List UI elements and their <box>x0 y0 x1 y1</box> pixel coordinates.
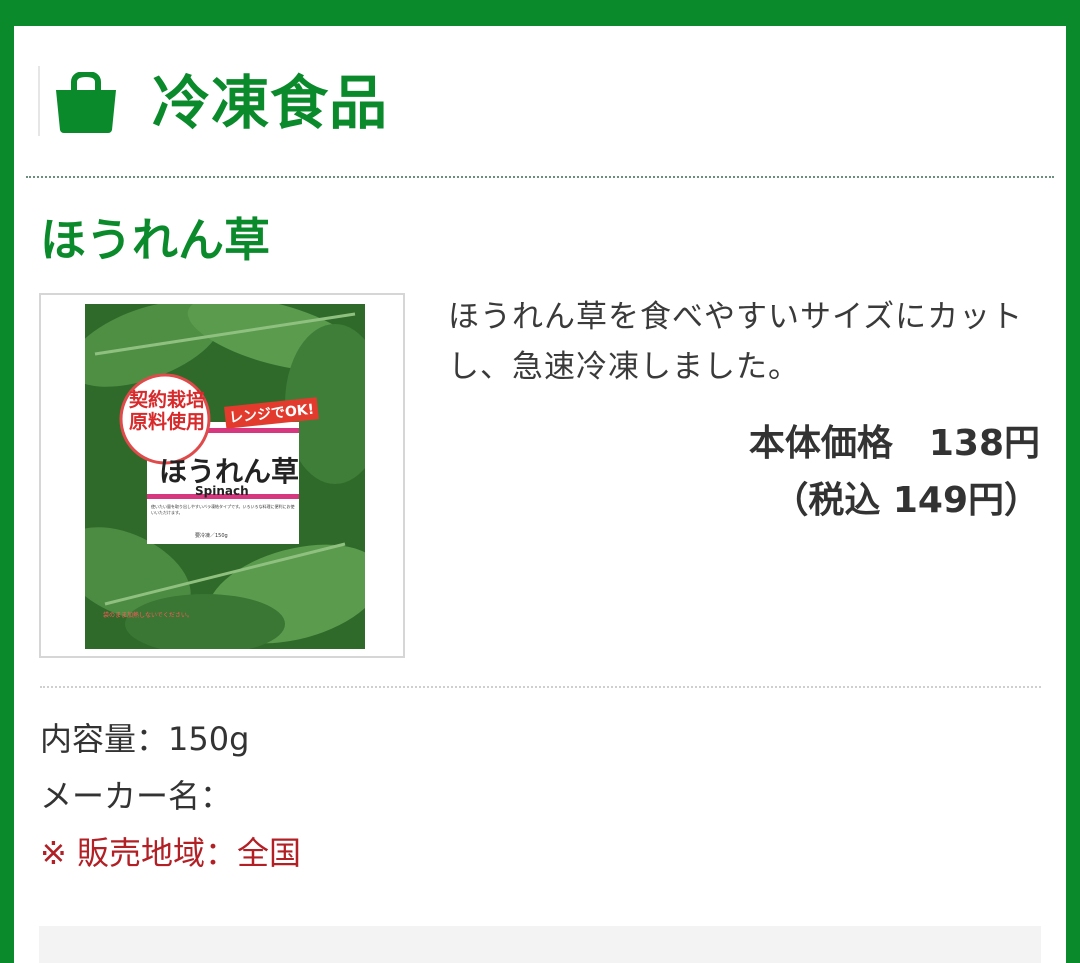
package-footer: 袋のまま加熱しないでください。 <box>103 612 193 619</box>
content-amount: 内容量：150g <box>40 720 250 758</box>
page-title: 冷凍食品 <box>152 69 389 137</box>
bottom-panel <box>39 926 1041 963</box>
product-image[interactable]: 契約栽培原料使用 レンジでOK! ほうれん草 Spinach 使いたい量を取り出… <box>39 293 405 658</box>
package-weight: 要冷凍／150g <box>195 533 228 539</box>
tax-price-label: （税込 149円） <box>772 480 1040 521</box>
shopping-bag-icon <box>56 72 116 133</box>
spinach-package-image: 契約栽培原料使用 レンジでOK! ほうれん草 Spinach 使いたい量を取り出… <box>85 304 365 649</box>
maker-name: メーカー名： <box>40 777 233 815</box>
package-note: 使いたい量を取り出しやすいバラ凍結タイプです。いろいろな料理に便利にお使いいただ… <box>151 504 295 515</box>
product-name: ほうれん草 <box>40 213 270 267</box>
package-badge: 契約栽培原料使用 <box>128 389 205 433</box>
product-description: ほうれん草を食べやすいサイズにカットし、急速冷凍しました。 <box>448 299 1024 385</box>
info-divider <box>40 686 1041 688</box>
category-header: 冷凍食品 <box>38 66 1040 137</box>
header-divider <box>26 176 1054 178</box>
price-label: 本体価格 138円 <box>748 423 1040 464</box>
sales-region: ※ 販売地域：全国 <box>40 834 301 872</box>
package-subtitle: Spinach <box>195 484 249 498</box>
